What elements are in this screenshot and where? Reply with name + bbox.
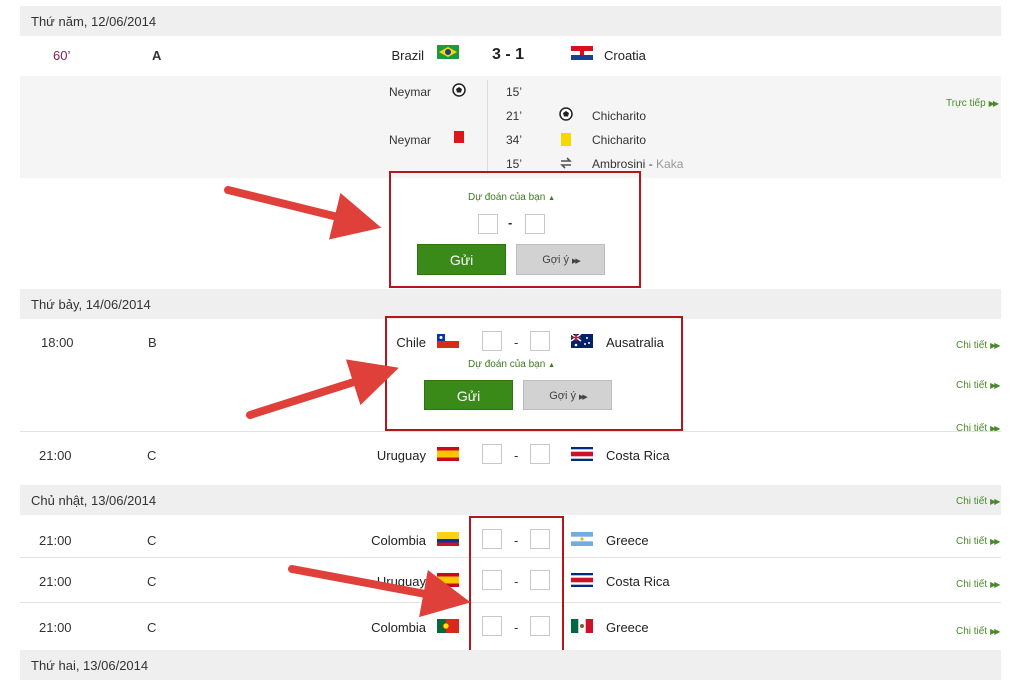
annotation-arrows [224, 186, 471, 618]
arrow-icon [246, 359, 399, 419]
arrow-icon [288, 565, 471, 618]
arrow-icon [224, 186, 382, 240]
